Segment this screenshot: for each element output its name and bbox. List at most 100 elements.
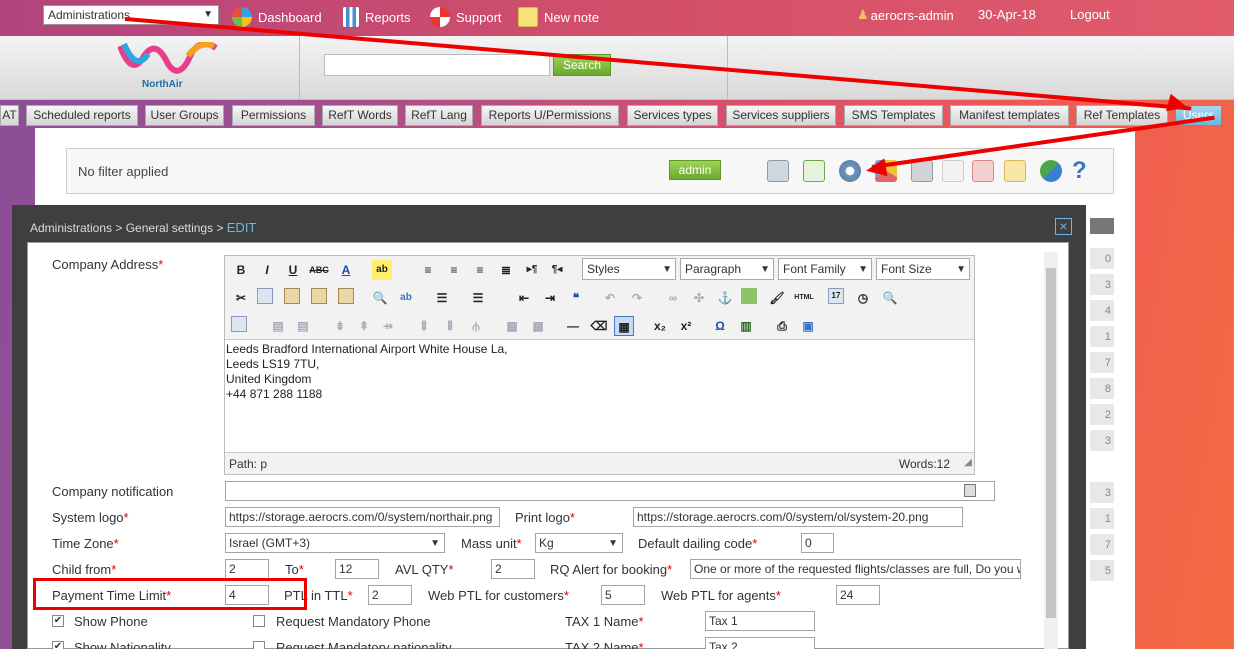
- tab-sms-templates[interactable]: SMS Templates: [844, 105, 943, 126]
- insert-time-icon[interactable]: ◷: [853, 288, 873, 308]
- font-family-dropdown[interactable]: Font Family ▼: [778, 258, 872, 280]
- media-icon[interactable]: ▥: [736, 316, 756, 336]
- new-note-link[interactable]: New note: [518, 7, 599, 27]
- admin-filter-button[interactable]: admin: [669, 160, 721, 180]
- close-icon[interactable]: ×: [1055, 218, 1072, 235]
- row-after-icon[interactable]: ⇞: [354, 316, 374, 336]
- undo-icon[interactable]: ↶: [600, 288, 620, 308]
- col-before-icon[interactable]: ⫴: [414, 316, 434, 336]
- search-input[interactable]: [324, 54, 550, 76]
- email-icon[interactable]: [1004, 160, 1026, 182]
- paste-icon[interactable]: [284, 288, 300, 304]
- numbered-list-icon[interactable]: ☰: [468, 288, 488, 308]
- tab-services-types[interactable]: Services types: [627, 105, 718, 126]
- dashboard-link[interactable]: Dashboard: [232, 7, 322, 27]
- tab-user-groups[interactable]: User Groups: [145, 105, 224, 126]
- add-document-icon[interactable]: [803, 160, 825, 182]
- scrollbar-thumb[interactable]: [1046, 268, 1056, 618]
- tab-ref-templates[interactable]: Ref Templates: [1076, 105, 1168, 126]
- cut-icon[interactable]: ✂: [231, 288, 251, 308]
- time-zone-select[interactable]: Israel (GMT+3) ▼: [225, 533, 445, 553]
- show-phone-checkbox[interactable]: ✔: [52, 615, 64, 627]
- styles-dropdown[interactable]: Styles ▼: [582, 258, 676, 280]
- pdf-icon[interactable]: [972, 160, 994, 182]
- tab-scheduled-reports[interactable]: Scheduled reports: [26, 105, 138, 126]
- default-dialing-input[interactable]: 0: [801, 533, 834, 553]
- align-right-icon[interactable]: ≡: [470, 260, 490, 280]
- tab-services-suppliers[interactable]: Services suppliers: [726, 105, 836, 126]
- mass-unit-select[interactable]: Kg ▼: [535, 533, 623, 553]
- find-icon[interactable]: 🔍: [370, 288, 390, 308]
- web-ptl-agents-input[interactable]: 24: [836, 585, 880, 605]
- search-list-icon[interactable]: [767, 160, 789, 182]
- system-logo-input[interactable]: https://storage.aerocrs.com/0/system/nor…: [225, 507, 500, 527]
- editor-content[interactable]: Leeds Bradford International Airport Whi…: [226, 342, 966, 402]
- cleanup-icon[interactable]: 🖌: [767, 288, 787, 308]
- copy-icon[interactable]: [257, 288, 273, 304]
- tab-manifest-templates[interactable]: Manifest templates: [950, 105, 1069, 126]
- unlink-icon[interactable]: ✣: [689, 288, 709, 308]
- print-logo-input[interactable]: https://storage.aerocrs.com/0/system/ol/…: [633, 507, 963, 527]
- tab-reft-lang[interactable]: RefT Lang: [405, 105, 473, 126]
- horizontal-rule-icon[interactable]: —: [563, 316, 583, 336]
- image-icon[interactable]: [741, 288, 757, 304]
- logout-link[interactable]: Logout: [1070, 7, 1110, 22]
- indent-icon[interactable]: ⇥: [540, 288, 560, 308]
- underline-icon[interactable]: U: [283, 260, 303, 280]
- preview-icon[interactable]: 🔍: [880, 288, 900, 308]
- support-link[interactable]: Support: [430, 7, 502, 27]
- eraser-icon[interactable]: ⌫: [589, 316, 609, 336]
- superscript-icon[interactable]: x²: [676, 316, 696, 336]
- web-ptl-customers-input[interactable]: 5: [601, 585, 645, 605]
- blockquote-icon[interactable]: ❝: [566, 288, 586, 308]
- bold-icon[interactable]: B: [231, 260, 251, 280]
- reports-link[interactable]: Reports: [343, 7, 411, 27]
- align-center-icon[interactable]: ≡: [444, 260, 464, 280]
- paragraph-dropdown[interactable]: Paragraph ▼: [680, 258, 774, 280]
- child-from-input[interactable]: 2: [225, 559, 269, 579]
- split-cells-icon[interactable]: ▦: [502, 316, 522, 336]
- highlight-icon[interactable]: ab: [372, 260, 392, 280]
- subscript-icon[interactable]: x₂: [650, 316, 670, 336]
- delete-col-icon[interactable]: ⫛: [466, 316, 486, 336]
- special-char-icon[interactable]: Ω: [710, 316, 730, 336]
- tab-at[interactable]: AT: [0, 105, 19, 126]
- refresh-icon[interactable]: [1040, 160, 1062, 182]
- tab-reft-words[interactable]: RefT Words: [322, 105, 398, 126]
- text-color-icon[interactable]: A: [336, 260, 356, 280]
- redo-icon[interactable]: ↷: [627, 288, 647, 308]
- row-before-icon[interactable]: ⇟: [330, 316, 350, 336]
- anchor-icon[interactable]: ⚓: [715, 288, 735, 308]
- request-mandatory-nationality-checkbox[interactable]: [253, 641, 265, 649]
- gear-icon[interactable]: [839, 160, 861, 182]
- field-menu-icon[interactable]: [964, 484, 976, 497]
- show-nationality-checkbox[interactable]: ✔: [52, 641, 64, 649]
- bullet-list-icon[interactable]: ☰: [432, 288, 452, 308]
- paste-word-icon[interactable]: [338, 288, 354, 304]
- insert-date-icon[interactable]: 17: [828, 288, 844, 304]
- tab-permissions[interactable]: Permissions: [232, 105, 315, 126]
- justify-icon[interactable]: ≣: [496, 260, 516, 280]
- ltr-icon[interactable]: ▸¶: [522, 260, 542, 280]
- align-left-icon[interactable]: ≡: [418, 260, 438, 280]
- to-input[interactable]: 12: [335, 559, 379, 579]
- rtl-icon[interactable]: ¶◂: [547, 260, 567, 280]
- tax1-name-input[interactable]: Tax 1: [705, 611, 815, 631]
- export-icon[interactable]: [942, 160, 964, 182]
- user-indicator[interactable]: ♟ aerocrs-admin: [857, 7, 954, 23]
- paste-text-icon[interactable]: [311, 288, 327, 304]
- strikethrough-icon[interactable]: ABC: [309, 260, 329, 280]
- row-props-icon[interactable]: ▤: [268, 316, 288, 336]
- avl-qty-input[interactable]: 2: [491, 559, 535, 579]
- delete-row-icon[interactable]: ⇸: [378, 316, 398, 336]
- italic-icon[interactable]: I: [257, 260, 277, 280]
- resize-handle-icon[interactable]: ◢: [964, 452, 972, 474]
- tax2-name-input[interactable]: Tax 2: [705, 637, 815, 649]
- edit-css-icon[interactable]: [231, 316, 247, 332]
- outdent-icon[interactable]: ⇤: [514, 288, 534, 308]
- html-icon[interactable]: HTML: [791, 288, 817, 308]
- font-size-dropdown[interactable]: Font Size ▼: [876, 258, 970, 280]
- table-icon[interactable]: ▦: [614, 316, 634, 336]
- col-after-icon[interactable]: ⫴: [440, 316, 460, 336]
- print-icon[interactable]: [911, 160, 933, 182]
